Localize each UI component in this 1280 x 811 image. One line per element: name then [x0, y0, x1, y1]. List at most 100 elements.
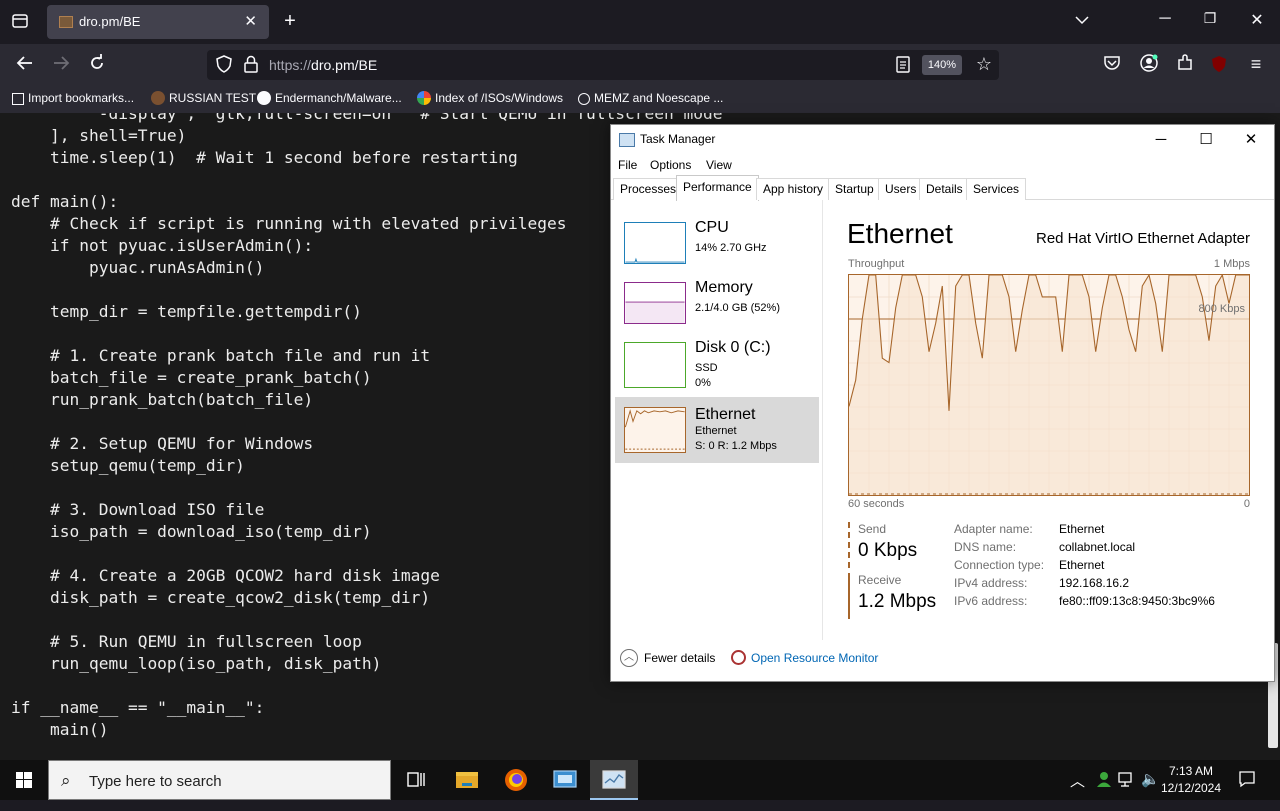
open-resource-monitor-link[interactable]: Open Resource Monitor: [751, 651, 878, 665]
close-window-icon[interactable]: ✕: [1247, 10, 1267, 30]
bookmark-label: Index of /ISOs/Windows: [435, 91, 564, 105]
tab-details[interactable]: Details: [919, 178, 970, 200]
property-key: IPv6 address:: [954, 594, 1028, 608]
new-tab-button[interactable]: +: [280, 10, 300, 33]
sidebar-sub: Ethernet: [695, 425, 737, 437]
search-placeholder: Type here to search: [89, 773, 222, 790]
window-title: Task Manager: [640, 132, 716, 146]
tab-performance[interactable]: Performance: [676, 175, 759, 201]
sidebar-item-ethernet[interactable]: Ethernet Ethernet S: 0 R: 1.2 Mbps: [615, 397, 819, 463]
sidebar-sub: 2.1/4.0 GB (52%): [695, 302, 780, 314]
property-value: collabnet.local: [1059, 540, 1136, 554]
tab-processes[interactable]: Processes: [613, 178, 684, 200]
notifications-icon[interactable]: [1238, 770, 1256, 810]
code-line: main(): [11, 720, 109, 739]
task-manager-titlebar[interactable]: Task Manager ─ ☐ ✕: [611, 125, 1274, 155]
restore-window-icon[interactable]: ❐: [1200, 10, 1220, 27]
chevron-down-icon[interactable]: [1072, 12, 1092, 30]
resource-monitor-icon: [731, 650, 746, 665]
minimize-icon[interactable]: ─: [1138, 129, 1184, 151]
bookmark-star-icon[interactable]: ☆: [975, 54, 993, 75]
sidebar-sub: S: 0 R: 1.2 Mbps: [695, 440, 777, 452]
performance-sidebar: CPU 14% 2.70 GHz Memory 2.1/4.0 GB (52%)…: [611, 200, 823, 640]
graph-y-label: Throughput: [848, 258, 905, 270]
fewer-details-button[interactable]: Fewer details: [644, 651, 715, 665]
pocket-icon[interactable]: [1102, 55, 1122, 76]
user-tray-icon[interactable]: [1096, 770, 1112, 810]
receive-area: [849, 275, 1249, 495]
control-panel-icon[interactable]: [541, 760, 589, 800]
globe-icon: [578, 93, 590, 105]
menu-view[interactable]: View: [706, 158, 732, 172]
task-manager-app-icon: [619, 133, 635, 147]
bookmark-endermanch[interactable]: Endermanch/Malware...: [257, 91, 402, 105]
google-icon: [417, 91, 431, 105]
tab-app-history[interactable]: App history: [756, 178, 831, 200]
volume-icon[interactable]: 🔈: [1141, 770, 1160, 810]
sidebar-label: CPU: [695, 219, 729, 236]
back-arrow-icon[interactable]: [14, 54, 36, 77]
clock-time: 7:13 AM: [1168, 764, 1214, 778]
bookmark-memz[interactable]: MEMZ and Noescape ...: [578, 91, 723, 105]
close-tab-icon[interactable]: ✕: [244, 12, 257, 30]
menu-file[interactable]: File: [618, 158, 637, 172]
bookmark-label: MEMZ and Noescape ...: [594, 91, 724, 105]
firefox-icon[interactable]: [492, 760, 540, 800]
menu-options[interactable]: Options: [650, 158, 691, 172]
minimize-window-icon[interactable]: ─: [1155, 10, 1175, 28]
property-value: fe80::ff09:13c8:9450:3bc9%6: [1059, 594, 1215, 608]
address-bar[interactable]: https://dro.pm/BE 140% ☆: [207, 50, 999, 80]
memory-thumbnail-graph: [624, 282, 686, 324]
tab-startup[interactable]: Startup: [828, 178, 881, 200]
sidebar-item-memory[interactable]: Memory 2.1/4.0 GB (52%): [615, 274, 819, 340]
windows-taskbar: ⌕ Type here to search ︿ 🔈 7:13 AM 12/12/…: [0, 760, 1280, 800]
tracking-shield-icon[interactable]: [215, 55, 233, 78]
tab-services[interactable]: Services: [966, 178, 1027, 200]
reload-icon[interactable]: [86, 54, 108, 77]
sidebar-item-cpu[interactable]: CPU 14% 2.70 GHz: [615, 214, 819, 280]
system-clock[interactable]: 7:13 AM 12/12/2024: [1160, 763, 1222, 797]
reader-view-icon[interactable]: [895, 56, 911, 78]
menu-bar: File Options View: [611, 155, 1274, 177]
throughput-graph: 800 Kbps: [848, 274, 1250, 496]
chevron-up-icon[interactable]: ︿: [620, 649, 638, 667]
file-explorer-icon[interactable]: [443, 760, 491, 800]
code-line: if __name__ == "__main__":: [11, 698, 265, 717]
send-label: Send: [858, 522, 887, 536]
extensions-icon[interactable]: [1175, 54, 1195, 77]
tab-users[interactable]: Users: [878, 178, 924, 200]
close-icon[interactable]: ✕: [1228, 129, 1274, 151]
account-icon[interactable]: [1139, 54, 1159, 77]
url-text[interactable]: https://dro.pm/BE: [269, 57, 377, 73]
bookmark-import[interactable]: Import bookmarks...: [12, 91, 134, 105]
show-hidden-icons-icon[interactable]: ︿: [1070, 770, 1085, 810]
task-manager-taskbar-icon[interactable]: [590, 760, 638, 800]
app-menu-icon[interactable]: ≡: [1246, 54, 1266, 75]
zoom-level-button[interactable]: 140%: [922, 55, 962, 75]
bookmark-russian-test[interactable]: RUSSIAN TEST: [151, 91, 256, 105]
bookmark-isos[interactable]: Index of /ISOs/Windows: [417, 91, 563, 105]
list-all-tabs-icon[interactable]: [10, 12, 30, 32]
send-value: 0 Kbps: [858, 540, 918, 561]
network-icon[interactable]: [1118, 771, 1136, 811]
start-button[interactable]: [0, 760, 48, 800]
sidebar-label: Ethernet: [695, 406, 756, 423]
sidebar-item-disk[interactable]: Disk 0 (C:) SSD 0%: [615, 334, 819, 400]
url-host-path: dro.pm/BE: [311, 57, 378, 73]
task-manager-footer: ︿ Fewer details Open Resource Monitor: [611, 640, 1274, 682]
forward-arrow-icon[interactable]: [50, 54, 72, 77]
receive-stat: Receive 1.2 Mbps: [848, 573, 943, 619]
bookmark-label: RUSSIAN TEST: [169, 91, 257, 105]
graph-x-left: 60 seconds: [848, 498, 905, 510]
taskbar-search-box[interactable]: ⌕ Type here to search: [48, 760, 391, 800]
maximize-icon[interactable]: ☐: [1183, 129, 1229, 151]
url-protocol: https://: [269, 57, 312, 73]
sidebar-label: Memory: [695, 279, 753, 296]
task-view-icon[interactable]: [392, 760, 440, 800]
lock-icon[interactable]: [243, 55, 259, 78]
browser-tab-strip: dro.pm/BE ✕ + ─ ❐ ✕: [0, 0, 1280, 44]
browser-tab[interactable]: dro.pm/BE ✕: [47, 5, 269, 39]
task-manager-window: Task Manager ─ ☐ ✕ File Options View Pro…: [610, 124, 1275, 682]
navigation-toolbar: https://dro.pm/BE 140% ☆ ≡: [0, 44, 1280, 86]
ublock-origin-icon[interactable]: [1210, 55, 1228, 73]
